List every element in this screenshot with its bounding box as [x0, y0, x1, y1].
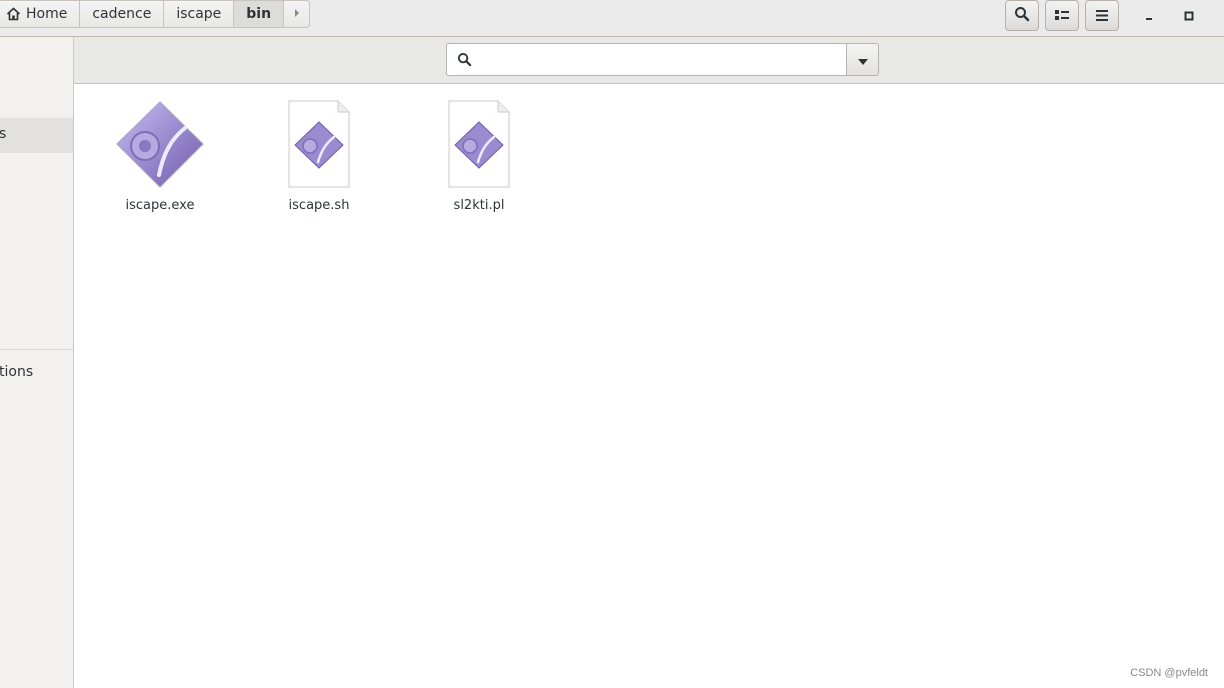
header-bar: Home cadence iscape bin	[0, 0, 1224, 37]
maximize-button[interactable]	[1174, 2, 1204, 28]
sidebar-item-label: tions	[0, 364, 34, 380]
breadcrumb-cadence[interactable]: cadence	[80, 0, 165, 28]
watermark: CSDN @pvfeldt	[1130, 667, 1208, 679]
search-input[interactable]	[479, 48, 843, 73]
menu-button[interactable]	[1085, 0, 1119, 31]
file-item[interactable]: iscape.sh	[259, 100, 379, 213]
arrow-right-icon	[293, 6, 301, 22]
breadcrumb-forward-button[interactable]	[284, 0, 311, 28]
hamburger-menu-icon	[1096, 6, 1108, 25]
home-icon	[6, 7, 21, 21]
file-name: iscape.sh	[288, 198, 350, 213]
search-field	[446, 43, 847, 76]
sidebar-item-label: s	[0, 126, 7, 142]
breadcrumb-home[interactable]: Home	[0, 0, 81, 28]
maximize-icon	[1184, 6, 1194, 25]
search-icon	[457, 52, 472, 71]
breadcrumb-home-label: Home	[26, 6, 68, 22]
file-name: iscape.exe	[125, 198, 195, 213]
sidebar-item-selected[interactable]: s	[0, 118, 73, 153]
executable-icon	[100, 100, 220, 188]
breadcrumb-bin[interactable]: bin	[234, 0, 285, 28]
sidebar-separator	[0, 349, 73, 350]
search-options-button[interactable]	[846, 43, 879, 76]
search-icon	[1014, 6, 1030, 26]
breadcrumb-label: bin	[246, 6, 272, 22]
view-toggle-button[interactable]	[1045, 0, 1079, 31]
breadcrumb-label: cadence	[92, 6, 152, 22]
breadcrumb-label: iscape	[176, 6, 222, 22]
search-bar	[74, 37, 1224, 84]
file-view	[74, 84, 1224, 688]
search-button[interactable]	[1005, 0, 1039, 31]
places-sidebar: s tions	[0, 37, 74, 688]
script-file-icon	[419, 100, 539, 188]
file-item[interactable]: iscape.exe	[100, 100, 220, 213]
breadcrumb-iscape[interactable]: iscape	[164, 0, 235, 28]
minimize-icon	[1144, 6, 1154, 25]
minimize-button[interactable]	[1134, 2, 1164, 28]
view-toggle-icon	[1055, 6, 1069, 25]
script-file-icon	[259, 100, 379, 188]
file-item[interactable]: sl2kti.pl	[419, 100, 539, 213]
path-bar: Home cadence iscape bin	[0, 0, 311, 28]
sidebar-item-other-locations[interactable]: tions	[0, 355, 73, 389]
chevron-down-icon	[857, 50, 868, 69]
file-name: sl2kti.pl	[453, 198, 505, 213]
